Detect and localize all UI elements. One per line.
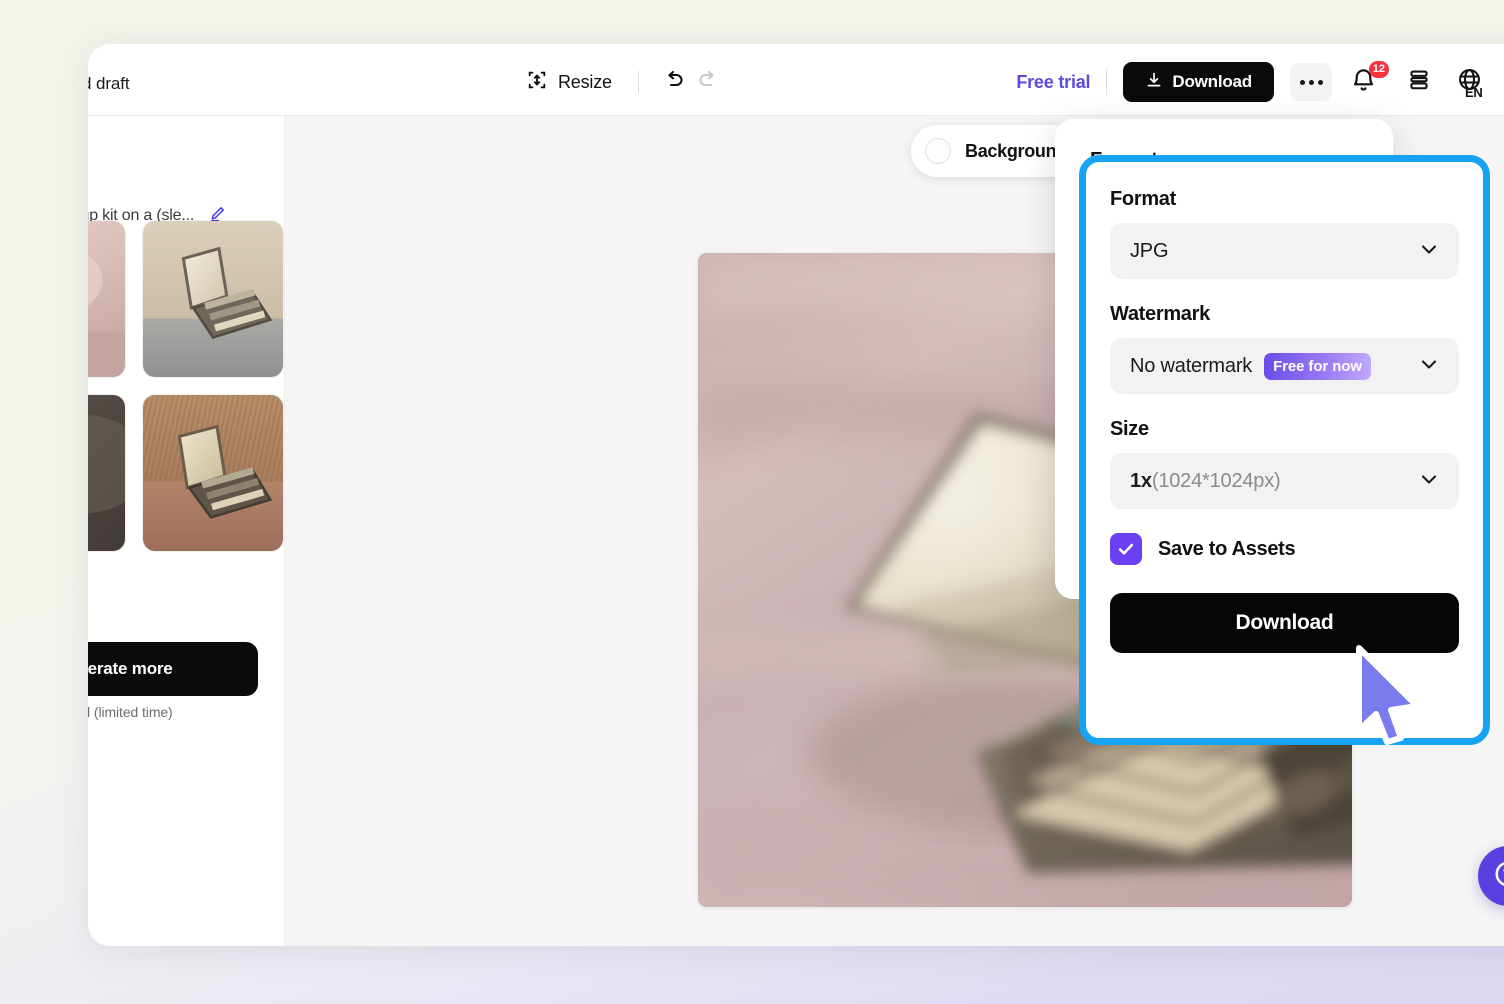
size-value-multiplier: 1x	[1130, 470, 1152, 492]
save-to-assets-label: Save to Assets	[1158, 538, 1295, 561]
free-trial-link[interactable]: Free trial	[1016, 72, 1090, 93]
format-label: Format	[1110, 188, 1459, 211]
document-title: d draft	[88, 74, 130, 94]
left-sidebar: s keup kit on a (sle...	[88, 116, 285, 946]
download-button-label: Download	[1172, 72, 1252, 92]
chevron-down-icon-format	[1417, 237, 1441, 266]
page-backdrop: d draft Resize	[0, 0, 1504, 1004]
background-color-swatch	[925, 138, 951, 164]
credit-note: needed (limited time)	[88, 704, 173, 720]
size-label: Size	[1110, 418, 1459, 441]
save-to-assets-checkbox[interactable]	[1110, 533, 1142, 565]
export-settings-dialog: Format JPG Watermark No watermark Free f…	[1079, 155, 1490, 745]
notifications-button[interactable]: 12	[1350, 66, 1380, 98]
toolbar-divider-right	[1106, 69, 1107, 95]
language-code: EN	[1465, 85, 1482, 100]
thumbnail-1[interactable]	[88, 220, 126, 378]
download-button-dialog[interactable]: Download	[1110, 593, 1459, 653]
more-options-button[interactable]	[1290, 63, 1332, 101]
layers-icon	[1406, 67, 1432, 98]
thumbnail-grid	[88, 220, 284, 568]
thumbnail-4[interactable]	[142, 394, 284, 552]
chevron-down-icon-size	[1417, 467, 1441, 496]
thumbnail-row-2	[88, 394, 284, 552]
format-select[interactable]: JPG	[1110, 223, 1459, 279]
top-toolbar: d draft Resize	[88, 44, 1504, 116]
redo-button[interactable]	[691, 65, 725, 99]
help-circle-icon	[1493, 859, 1504, 894]
redo-icon	[696, 68, 720, 97]
watermark-select[interactable]: No watermark Free for now	[1110, 338, 1459, 394]
size-value-pixels: (1024*1024px)	[1152, 470, 1281, 492]
watermark-label: Watermark	[1110, 303, 1459, 326]
resize-button[interactable]: Resize	[518, 65, 620, 100]
thumbnail-row-1	[88, 220, 284, 378]
undo-icon	[662, 68, 686, 97]
layers-button[interactable]	[1402, 65, 1436, 99]
save-to-assets-row[interactable]: Save to Assets	[1110, 533, 1459, 565]
resize-label: Resize	[558, 72, 612, 93]
thumbnail-3[interactable]	[88, 394, 126, 552]
toolbar-divider	[638, 71, 639, 93]
watermark-value: No watermark	[1130, 355, 1252, 378]
size-value: 1x(1024*1024px)	[1130, 470, 1280, 493]
download-button-toolbar[interactable]: Download	[1123, 62, 1274, 102]
center-tool-group: Resize	[518, 66, 725, 98]
bell-icon	[1350, 82, 1377, 99]
right-tool-group: Free trial Download	[1016, 60, 1504, 104]
ellipsis-icon	[1300, 80, 1305, 85]
resize-icon	[526, 69, 548, 96]
ellipsis-icon-dot3	[1318, 80, 1323, 85]
size-select[interactable]: 1x(1024*1024px)	[1110, 453, 1459, 509]
thumbnail-2[interactable]	[142, 220, 284, 378]
format-value: JPG	[1130, 240, 1168, 263]
undo-button[interactable]	[657, 65, 691, 99]
notification-badge: 12	[1369, 61, 1389, 78]
chevron-down-icon-watermark	[1417, 352, 1441, 381]
ellipsis-icon-dot2	[1309, 80, 1314, 85]
generate-more-button[interactable]: nerate more	[88, 642, 258, 696]
watermark-free-badge: Free for now	[1264, 353, 1371, 380]
download-icon	[1145, 71, 1163, 94]
language-button[interactable]: EN	[1456, 66, 1488, 98]
